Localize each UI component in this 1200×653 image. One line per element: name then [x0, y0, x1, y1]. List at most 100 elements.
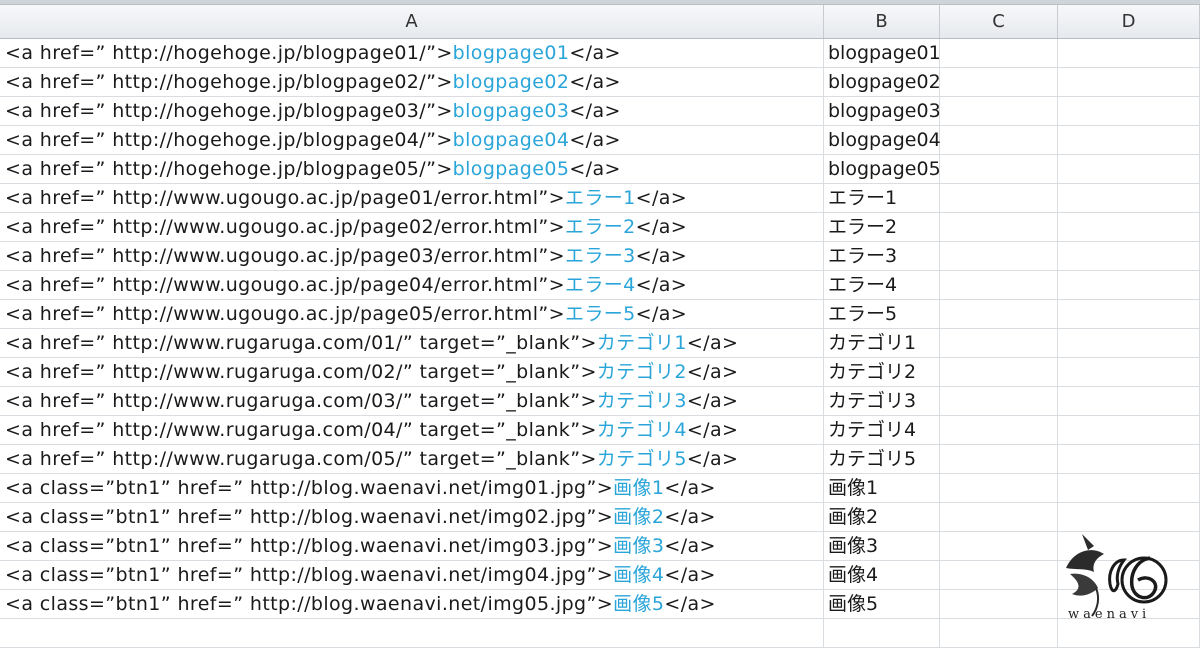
cell-a-markup-open: <a href=” http://hogehoge.jp/blogpage05/… — [5, 158, 453, 180]
cell-a[interactable]: <a href=” http://www.ugougo.ac.jp/page01… — [0, 184, 824, 213]
column-header-b[interactable]: B — [824, 5, 940, 38]
cell-d[interactable] — [1058, 329, 1200, 358]
cell-b[interactable]: カテゴリ4 — [824, 416, 940, 445]
cell-b[interactable]: カテゴリ1 — [824, 329, 940, 358]
cell-a[interactable]: <a href=” http://hogehoge.jp/blogpage05/… — [0, 155, 824, 184]
cell-d[interactable] — [1058, 68, 1200, 97]
cell-b[interactable]: エラー4 — [824, 271, 940, 300]
cell-b[interactable]: エラー2 — [824, 213, 940, 242]
cell-c[interactable] — [940, 503, 1058, 532]
table-row: <a class=”btn1” href=” http://blog.waena… — [0, 503, 1200, 532]
cell-c[interactable] — [940, 561, 1058, 590]
cell-b[interactable]: blogpage02 — [824, 68, 941, 97]
cell-d[interactable] — [1058, 242, 1200, 271]
cell-b[interactable]: カテゴリ5 — [824, 445, 940, 474]
cell-a-link-text: エラー1 — [564, 187, 636, 209]
cell-a-markup-close: </a> — [635, 245, 688, 267]
cell-c[interactable] — [940, 590, 1058, 619]
table-row: <a href=” http://hogehoge.jp/blogpage04/… — [0, 126, 1200, 155]
cell-c[interactable] — [940, 155, 1058, 184]
cell-b[interactable]: blogpage04 — [824, 126, 941, 155]
cell-c[interactable] — [940, 184, 1058, 213]
cell-a[interactable]: <a href=” http://hogehoge.jp/blogpage04/… — [0, 126, 824, 155]
cell-c[interactable] — [940, 387, 1058, 416]
table-row: <a href=” http://www.ugougo.ac.jp/page04… — [0, 271, 1200, 300]
column-header-c[interactable]: C — [940, 5, 1058, 38]
cell-a[interactable]: <a href=” http://www.rugaruga.com/01/” t… — [0, 329, 824, 358]
cell-a-link-text: 画像5 — [613, 593, 665, 615]
cell-c[interactable] — [940, 39, 1058, 68]
cell-c[interactable] — [940, 532, 1058, 561]
cell-c[interactable] — [940, 619, 1058, 648]
cell-b[interactable]: 画像4 — [824, 561, 940, 590]
cell-a[interactable]: <a href=” http://www.rugaruga.com/05/” t… — [0, 445, 824, 474]
cell-d[interactable] — [1058, 97, 1200, 126]
cell-a[interactable]: <a class=”btn1” href=” http://blog.waena… — [0, 474, 824, 503]
cell-d[interactable] — [1058, 416, 1200, 445]
cell-b[interactable]: 画像1 — [824, 474, 940, 503]
cell-b[interactable]: 画像2 — [824, 503, 940, 532]
cell-a-link-text: カテゴリ2 — [596, 361, 687, 383]
cell-a[interactable]: <a href=” http://hogehoge.jp/blogpage01/… — [0, 39, 824, 68]
cell-c[interactable] — [940, 126, 1058, 155]
cell-c[interactable] — [940, 68, 1058, 97]
cell-c[interactable] — [940, 213, 1058, 242]
cell-c[interactable] — [940, 329, 1058, 358]
cell-b[interactable]: 画像3 — [824, 532, 940, 561]
table-row: <a href=” http://hogehoge.jp/blogpage05/… — [0, 155, 1200, 184]
cell-a[interactable]: <a href=” http://hogehoge.jp/blogpage02/… — [0, 68, 824, 97]
cell-a[interactable]: <a href=” http://www.rugaruga.com/04/” t… — [0, 416, 824, 445]
cell-a-link-text: 画像1 — [613, 477, 665, 499]
cell-a[interactable]: <a href=” http://www.ugougo.ac.jp/page04… — [0, 271, 824, 300]
cell-d[interactable] — [1058, 358, 1200, 387]
cell-b[interactable]: エラー1 — [824, 184, 940, 213]
cell-a-markup-close: </a> — [569, 42, 621, 64]
cell-d[interactable] — [1058, 39, 1200, 68]
cell-a-link-text: カテゴリ1 — [596, 332, 687, 354]
cell-b[interactable] — [824, 619, 940, 648]
cell-a[interactable]: <a class=”btn1” href=” http://blog.waena… — [0, 532, 824, 561]
cell-d[interactable] — [1058, 213, 1200, 242]
cell-c[interactable] — [940, 271, 1058, 300]
cell-c[interactable] — [940, 416, 1058, 445]
cell-d[interactable] — [1058, 300, 1200, 329]
cell-a[interactable]: <a href=” http://hogehoge.jp/blogpage03/… — [0, 97, 824, 126]
cell-c[interactable] — [940, 474, 1058, 503]
cell-a-link-text: blogpage05 — [452, 158, 570, 180]
cell-a[interactable]: <a class=”btn1” href=” http://blog.waena… — [0, 503, 824, 532]
cell-c[interactable] — [940, 445, 1058, 474]
cell-a[interactable]: <a href=” http://www.rugaruga.com/02/” t… — [0, 358, 824, 387]
column-header-d[interactable]: D — [1058, 5, 1200, 38]
cell-a[interactable]: <a href=” http://www.ugougo.ac.jp/page02… — [0, 213, 824, 242]
cell-a-markup-close: </a> — [664, 506, 716, 528]
cell-a[interactable]: <a href=” http://www.rugaruga.com/03/” t… — [0, 387, 824, 416]
cell-b[interactable]: blogpage03 — [824, 97, 941, 126]
column-header-a[interactable]: A — [0, 5, 824, 38]
table-row: <a href=” http://www.ugougo.ac.jp/page01… — [0, 184, 1200, 213]
cell-c[interactable] — [940, 300, 1058, 329]
cell-d[interactable] — [1058, 387, 1200, 416]
cell-b[interactable]: blogpage01 — [824, 39, 941, 68]
cell-a[interactable]: <a href=” http://www.ugougo.ac.jp/page05… — [0, 300, 824, 329]
cell-d[interactable] — [1058, 184, 1200, 213]
cell-a[interactable] — [0, 619, 824, 648]
cell-d[interactable] — [1058, 126, 1200, 155]
cell-a[interactable]: <a class=”btn1” href=” http://blog.waena… — [0, 590, 824, 619]
cell-c[interactable] — [940, 97, 1058, 126]
cell-a[interactable]: <a class=”btn1” href=” http://blog.waena… — [0, 561, 824, 590]
cell-c[interactable] — [940, 358, 1058, 387]
cell-b[interactable]: エラー5 — [824, 300, 940, 329]
cell-b[interactable]: エラー3 — [824, 242, 940, 271]
cell-d[interactable] — [1058, 155, 1200, 184]
cell-d[interactable] — [1058, 271, 1200, 300]
cell-a-markup-open: <a href=” http://www.rugaruga.com/01/” t… — [5, 332, 597, 354]
cell-a[interactable]: <a href=” http://www.ugougo.ac.jp/page03… — [0, 242, 824, 271]
cell-d[interactable] — [1058, 474, 1200, 503]
cell-d[interactable] — [1058, 445, 1200, 474]
cell-b[interactable]: カテゴリ3 — [824, 387, 940, 416]
cell-b[interactable]: blogpage05 — [824, 155, 941, 184]
cell-b[interactable]: 画像5 — [824, 590, 940, 619]
cell-b[interactable]: カテゴリ2 — [824, 358, 940, 387]
cell-c[interactable] — [940, 242, 1058, 271]
cell-a-link-text: blogpage01 — [452, 42, 570, 64]
